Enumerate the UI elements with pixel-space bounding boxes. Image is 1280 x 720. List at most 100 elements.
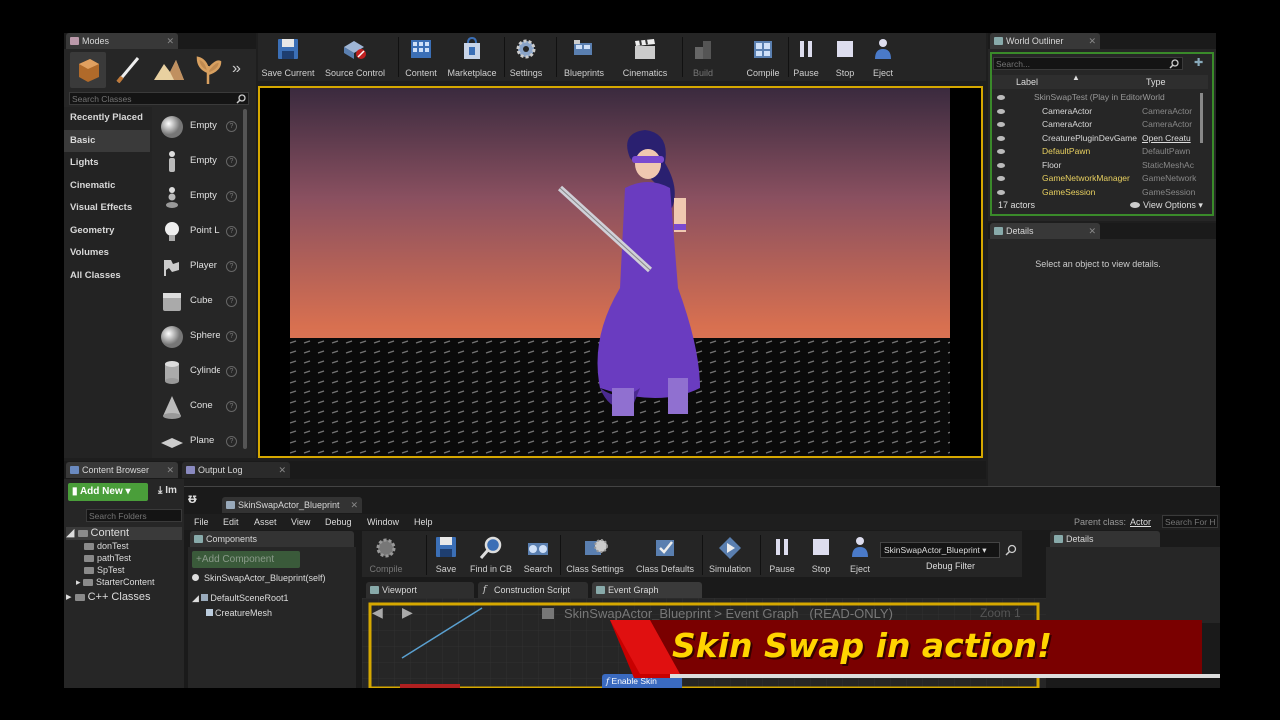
folder-pathtest[interactable]: pathTest [84, 553, 131, 563]
place-item-empty-character[interactable]: Empty? [156, 146, 240, 178]
help-icon[interactable]: ? [226, 296, 237, 307]
bp-compile-button[interactable]: Compile [364, 531, 408, 577]
folder-sptest[interactable]: SpTest [84, 565, 125, 575]
search-icon[interactable] [1005, 544, 1017, 556]
eye-icon[interactable] [997, 135, 1005, 141]
close-icon[interactable]: ✕ [166, 462, 174, 478]
search-classes-input[interactable] [72, 93, 232, 104]
bp-eject-button[interactable]: Eject [842, 531, 878, 577]
tab-world-outliner[interactable]: World Outliner ✕ [990, 33, 1100, 49]
outliner-row[interactable]: CreaturePluginDevGame Open Creatu [992, 132, 1204, 146]
menu-edit[interactable]: Edit [223, 514, 239, 530]
outliner-row[interactable]: DefaultPawn DefaultPawn [992, 145, 1204, 159]
bp-search-button[interactable]: Search [518, 531, 558, 577]
foliage-mode-button[interactable] [190, 52, 226, 88]
category-all-classes[interactable]: All Classes [64, 265, 150, 287]
search-for-help-input[interactable] [1165, 516, 1217, 527]
outliner-row[interactable]: Floor StaticMeshAc [992, 159, 1204, 173]
outliner-row[interactable]: CameraActor CameraActor [992, 105, 1204, 119]
col-label[interactable]: Label [1016, 77, 1038, 87]
bp-stop-button[interactable]: Stop [804, 531, 838, 577]
compile-button[interactable]: Compile [742, 33, 784, 81]
build-button[interactable]: Build [684, 33, 722, 81]
view-options-button[interactable]: View Options ▾ [1130, 200, 1203, 211]
eye-icon[interactable] [997, 122, 1005, 127]
outliner-row[interactable]: CameraActor CameraActor [992, 118, 1204, 132]
content-button[interactable]: Content [400, 33, 442, 81]
search-folders-box[interactable] [86, 509, 182, 522]
eye-icon[interactable] [997, 162, 1005, 168]
folder-dontest[interactable]: donTest [84, 541, 129, 551]
place-mode-button[interactable] [70, 52, 106, 88]
help-icon[interactable]: ? [226, 191, 237, 202]
menu-view[interactable]: View [291, 514, 310, 530]
category-recently-placed[interactable]: Recently Placed [64, 107, 150, 129]
pause-button[interactable]: Pause [790, 33, 822, 81]
marketplace-button[interactable]: Marketplace [444, 33, 500, 81]
category-cinematic[interactable]: Cinematic [64, 175, 150, 197]
close-icon[interactable]: ✕ [1088, 33, 1096, 49]
folder-cpp-classes[interactable]: ▸ C++ Classes [66, 590, 151, 603]
close-icon[interactable]: ✕ [350, 497, 358, 513]
search-for-help-box[interactable] [1162, 515, 1218, 528]
place-item-plane[interactable]: Plane? [156, 426, 240, 458]
outliner-add-button[interactable]: ✚ [1194, 56, 1208, 70]
more-modes-button[interactable]: » [232, 59, 252, 79]
blueprints-button[interactable]: Blueprints [558, 33, 610, 81]
tab-modes[interactable]: Modes ✕ [66, 33, 178, 49]
search-classes-box[interactable] [69, 92, 249, 105]
settings-button[interactable]: Settings [506, 33, 546, 81]
source-control-button[interactable]: Source Control [320, 33, 390, 81]
place-item-empty-pawn[interactable]: Empty? [156, 181, 240, 213]
menu-debug[interactable]: Debug [325, 514, 352, 530]
component-self[interactable]: SkinSwapActor_Blueprint(self) [192, 573, 326, 583]
help-icon[interactable]: ? [226, 121, 237, 132]
modes-scrollbar[interactable] [243, 109, 247, 449]
category-geometry[interactable]: Geometry [64, 220, 150, 242]
eject-button[interactable]: Eject [866, 33, 900, 81]
paint-mode-button[interactable] [110, 52, 146, 88]
place-item-cone[interactable]: Cone? [156, 391, 240, 423]
close-icon[interactable]: ✕ [1088, 223, 1096, 239]
simulation-button[interactable]: Simulation [704, 531, 756, 577]
tab-blueprint[interactable]: SkinSwapActor_Blueprint ✕ [222, 497, 362, 513]
bp-pause-button[interactable]: Pause [764, 531, 800, 577]
place-item-cube[interactable]: Cube? [156, 286, 240, 318]
tab-content-browser[interactable]: Content Browser ✕ [66, 462, 178, 478]
parent-class-link[interactable]: Actor [1130, 514, 1151, 530]
tab-components[interactable]: Components [190, 531, 354, 547]
eye-icon[interactable] [997, 189, 1005, 195]
add-component-button[interactable]: +Add Component [192, 551, 300, 568]
tab-details[interactable]: Details ✕ [990, 223, 1100, 239]
back-arrow-icon[interactable]: ◀ [372, 604, 383, 621]
place-item-point-light[interactable]: Point L? [156, 216, 240, 248]
help-icon[interactable]: ? [226, 366, 237, 377]
eye-icon[interactable] [997, 95, 1005, 100]
help-icon[interactable]: ? [226, 331, 237, 342]
outliner-search-input[interactable] [996, 58, 1166, 69]
tab-output-log[interactable]: Output Log ✕ [182, 462, 290, 478]
category-volumes[interactable]: Volumes [64, 242, 150, 264]
place-item-cylinder[interactable]: Cylinde? [156, 356, 240, 388]
eye-icon[interactable] [997, 108, 1005, 114]
debug-object-select[interactable]: SkinSwapActor_Blueprint ▾ [880, 542, 1000, 558]
stop-button[interactable]: Stop [828, 33, 862, 81]
breadcrumb-event-graph[interactable]: Event Graph [726, 606, 799, 621]
folder-content[interactable]: ◢ Content [66, 527, 182, 540]
breadcrumb-blueprint[interactable]: SkinSwapActor_Blueprint [564, 606, 711, 621]
component-scene-root[interactable]: ◢ DefaultSceneRoot1 [192, 593, 288, 604]
help-icon[interactable]: ? [226, 261, 237, 272]
outliner-row[interactable]: GameNetworkManager GameNetwork [992, 172, 1204, 186]
find-in-cb-button[interactable]: Find in CB [466, 531, 516, 577]
category-basic[interactable]: Basic [64, 130, 150, 152]
menu-file[interactable]: File [194, 514, 209, 530]
outliner-search-box[interactable] [993, 57, 1183, 70]
forward-arrow-icon[interactable]: ▶ [402, 604, 413, 621]
help-icon[interactable]: ? [226, 226, 237, 237]
tab-viewport[interactable]: Viewport [366, 582, 474, 598]
menu-asset[interactable]: Asset [254, 514, 277, 530]
place-item-sphere[interactable]: Sphere? [156, 321, 240, 353]
save-current-button[interactable]: Save Current [258, 33, 318, 81]
cinematics-button[interactable]: Cinematics [618, 33, 672, 81]
col-type[interactable]: Type [1146, 77, 1166, 87]
